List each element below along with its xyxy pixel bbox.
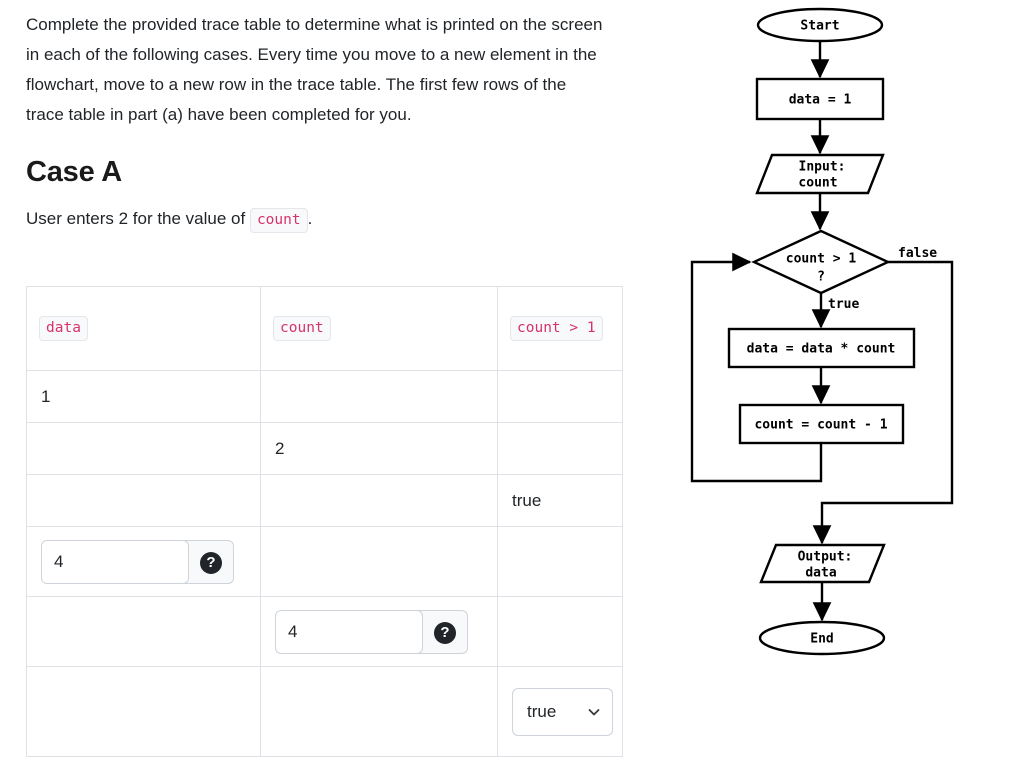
exercise-page: Complete the provided trace table to det… (0, 0, 1024, 766)
table-row: 2 (26, 422, 623, 475)
table-row: ? (26, 526, 623, 597)
table-header-cell-data: data (26, 286, 261, 371)
help-button[interactable]: ? (423, 611, 467, 653)
cell-data-input: ? (26, 526, 261, 597)
flow-node-end-label: End (810, 632, 833, 647)
cell-condition (497, 526, 623, 597)
header-code-count: count (273, 315, 331, 342)
cell-condition-select: true (497, 666, 623, 757)
count-answer-input[interactable] (276, 610, 423, 653)
cell-count (260, 666, 498, 757)
condition-select[interactable]: true (512, 687, 613, 736)
flow-node-multiply-label: data = data * count (747, 342, 896, 357)
table-row: ? (26, 596, 623, 667)
content-column: Complete the provided trace table to det… (26, 10, 626, 234)
cell-condition (497, 596, 623, 667)
cell-count (260, 370, 498, 423)
cell-data (26, 474, 261, 527)
cell-count (260, 526, 498, 597)
flow-node-input-label-1: Input: (799, 160, 846, 175)
cell-count: 2 (260, 422, 498, 475)
flowchart: Start data = 1 Input: count count > 1 ? … (640, 0, 1024, 766)
flowchart-svg: Start data = 1 Input: count count > 1 ? … (690, 7, 954, 656)
table-header-cell-condition: count > 1 (497, 286, 623, 371)
data-answer-input[interactable] (42, 540, 189, 583)
case-description-prefix: User enters 2 for the value of (26, 209, 250, 229)
table-header-row: data count count > 1 (26, 286, 623, 371)
condition-select-value: true (527, 701, 557, 721)
question-mark-icon: ? (434, 621, 456, 644)
intro-paragraph: Complete the provided trace table to det… (26, 15, 603, 124)
cell-data: 1 (26, 370, 261, 423)
flow-edge-label-true: true (828, 297, 859, 312)
flow-edge-loop-back (690, 252, 823, 483)
table-row: 1 (26, 370, 623, 423)
answer-group-data: ? (41, 539, 234, 584)
inline-code-count: count (249, 208, 308, 234)
header-code-data: data (39, 315, 88, 342)
flow-node-decision-label-2: ? (817, 270, 825, 285)
flow-node-input-label-2: count (798, 176, 837, 191)
cell-data (26, 596, 261, 667)
trace-table: data count count > 1 1 2 true 4 ? 4 ? tr… (26, 286, 623, 757)
chevron-down-icon (588, 708, 600, 715)
help-button[interactable]: ? (189, 541, 233, 583)
header-chip-wrap-count: count (273, 315, 485, 342)
table-row: true (26, 666, 623, 757)
answer-group-count: ? (275, 609, 468, 654)
header-chip-wrap-data: data (39, 315, 248, 342)
cell-count-input: ? (260, 596, 498, 667)
cell-condition (497, 370, 623, 423)
page-title: Case A (26, 156, 123, 188)
flow-node-output-label-2: data (805, 566, 836, 581)
flow-node-output-label-1: Output: (798, 550, 853, 565)
case-description-suffix: . (307, 209, 313, 229)
header-code-condition: count > 1 (510, 315, 603, 342)
flow-node-start-label: Start (800, 19, 839, 34)
cell-condition (497, 422, 623, 475)
case-description: User enters 2 for the value of count. (26, 205, 626, 234)
flow-node-assign-data-label: data = 1 (789, 93, 852, 108)
flow-node-decrement-label: count = count - 1 (754, 418, 887, 433)
cell-count (260, 474, 498, 527)
flow-node-decision-label-1: count > 1 (786, 252, 857, 267)
cell-condition: true (497, 474, 623, 527)
question-mark-icon: ? (200, 551, 222, 574)
header-chip-wrap-condition: count > 1 (510, 315, 610, 342)
table-header-cell-count: count (260, 286, 498, 371)
cell-data (26, 666, 261, 757)
table-row: true (26, 474, 623, 527)
cell-data (26, 422, 261, 475)
flow-edge-label-false: false (898, 246, 937, 261)
